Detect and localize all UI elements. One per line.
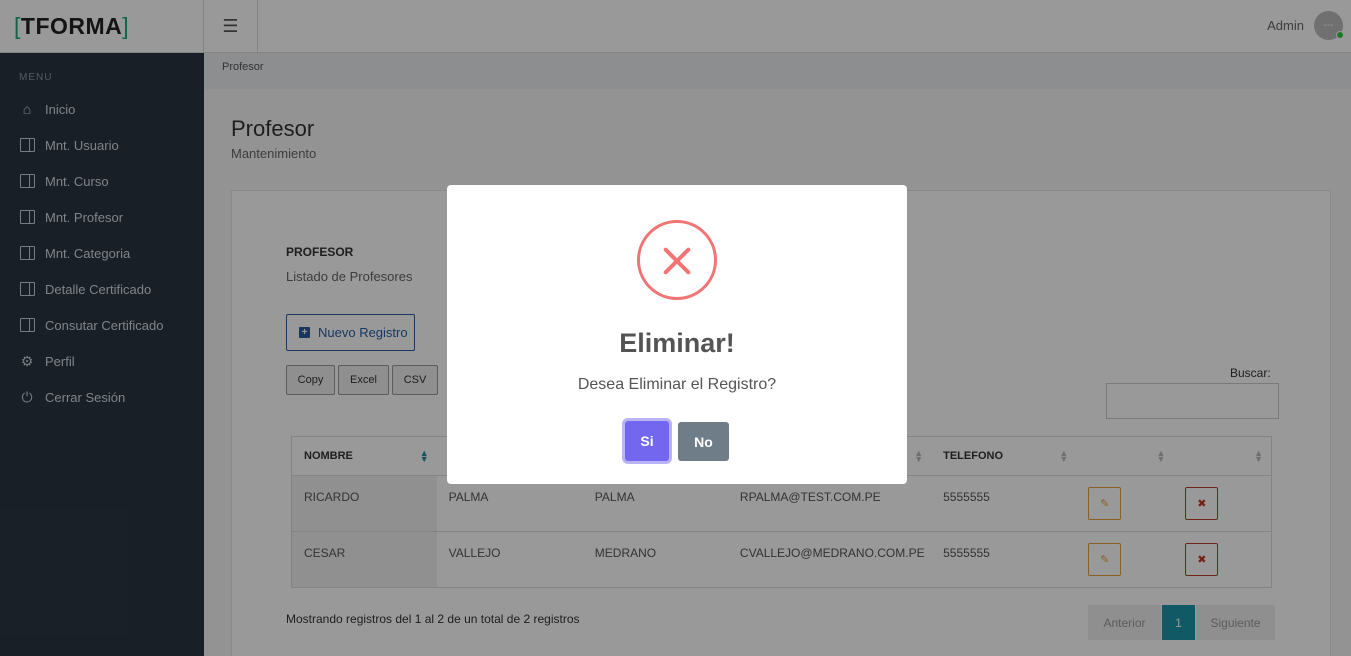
confirm-yes-button[interactable]: Si bbox=[625, 421, 669, 461]
dialog-title: Eliminar! bbox=[619, 328, 735, 358]
confirm-delete-dialog: Eliminar! Desea Eliminar el Registro? Si… bbox=[447, 185, 907, 484]
cancel-no-button[interactable]: No bbox=[678, 422, 729, 461]
error-x-icon bbox=[637, 220, 717, 300]
dialog-message: Desea Eliminar el Registro? bbox=[577, 376, 777, 393]
